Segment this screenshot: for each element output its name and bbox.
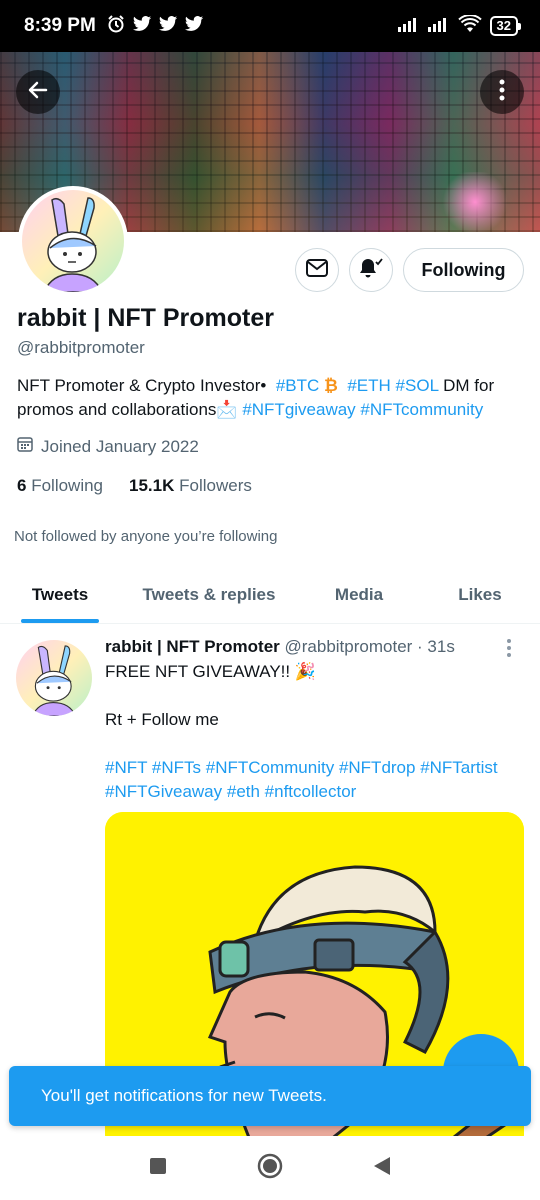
- profile-bio: NFT Promoter & Crypto Investor• #BTC ₿ #…: [17, 374, 527, 422]
- tweet-line: Rt + Follow me: [105, 710, 219, 729]
- follow-stats: 6 Following 15.1K Followers: [17, 476, 252, 496]
- tweet-hashtags[interactable]: #NFTGiveaway #eth #nftcollector: [105, 780, 530, 804]
- notifications-button[interactable]: [349, 248, 393, 292]
- hashtag-link[interactable]: #NFTcommunity: [360, 400, 483, 419]
- profile-handle: @rabbitpromoter: [17, 338, 145, 357]
- back-arrow-icon: [26, 78, 50, 107]
- profile-name: rabbit | NFT Promoter: [17, 304, 275, 332]
- tab-tweets[interactable]: Tweets: [0, 566, 120, 623]
- joined-text: Joined January 2022: [41, 436, 199, 456]
- signal-icon: [397, 16, 420, 37]
- tweet-author-handle[interactable]: @rabbitpromoter: [285, 637, 413, 656]
- tweet-author-name[interactable]: rabbit | NFT Promoter: [105, 637, 280, 656]
- bitcoin-icon: ₿: [324, 376, 338, 395]
- message-button[interactable]: [295, 248, 339, 292]
- profile-avatar[interactable]: [18, 186, 128, 296]
- bell-icon: [358, 256, 384, 285]
- signal-icon: [427, 16, 450, 37]
- hashtag-link[interactable]: #NFTgiveaway: [242, 400, 355, 419]
- bio-text: NFT Promoter & Crypto Investor•: [17, 376, 267, 395]
- tweet-header: rabbit | NFT Promoter @rabbitpromoter · …: [105, 637, 455, 657]
- status-time: 8:39 PM: [24, 15, 96, 36]
- tab-likes[interactable]: Likes: [420, 566, 540, 623]
- nav-home-icon[interactable]: [257, 1153, 283, 1184]
- nav-back-icon[interactable]: [373, 1156, 391, 1181]
- back-button[interactable]: [16, 70, 60, 114]
- hashtag-link[interactable]: #ETH: [347, 376, 390, 395]
- following-button[interactable]: Following: [403, 248, 524, 292]
- hashtag-link[interactable]: #SOL: [396, 376, 439, 395]
- followers-stat[interactable]: 15.1K Followers: [129, 476, 252, 496]
- tweet-hashtags[interactable]: #NFT #NFTs #NFTCommunity #NFTdrop #NFTar…: [105, 756, 530, 780]
- status-bar: 8:39 PM 32: [0, 0, 540, 52]
- inbox-tray-icon: 📩: [216, 400, 238, 419]
- tweet-time: · 31s: [417, 637, 455, 656]
- twitter-bird-icon: [184, 15, 204, 38]
- profile-tabs: Tweets Tweets & replies Media Likes: [0, 566, 540, 624]
- battery-icon: 32: [489, 16, 522, 36]
- notification-toast: You'll get notifications for new Tweets.: [9, 1066, 531, 1126]
- nav-square-icon[interactable]: [149, 1157, 167, 1180]
- tweet-line: FREE NFT GIVEAWAY!!: [105, 662, 291, 681]
- twitter-bird-icon: [132, 15, 152, 38]
- hashtag-link[interactable]: #BTC: [276, 376, 319, 395]
- tab-tweets-replies[interactable]: Tweets & replies: [120, 566, 298, 623]
- wifi-icon: [457, 13, 482, 38]
- not-followed-note: Not followed by anyone you’re following: [14, 528, 278, 545]
- following-stat[interactable]: 6 Following: [17, 476, 103, 496]
- tweet-body: FREE NFT GIVEAWAY!! 🎉 Rt + Follow me #NF…: [105, 660, 530, 804]
- alarm-icon: [106, 14, 126, 39]
- system-navigation-bar: [0, 1136, 540, 1200]
- tab-media[interactable]: Media: [298, 566, 420, 623]
- joined-date: Joined January 2022: [17, 436, 199, 457]
- party-popper-icon: 🎉: [294, 662, 317, 681]
- twitter-bird-icon: [158, 15, 178, 38]
- calendar-icon: [17, 436, 33, 457]
- tweet-author-avatar[interactable]: [16, 640, 92, 716]
- more-options-button[interactable]: [480, 70, 524, 114]
- more-vertical-icon: [499, 79, 505, 106]
- mail-icon: [306, 258, 328, 282]
